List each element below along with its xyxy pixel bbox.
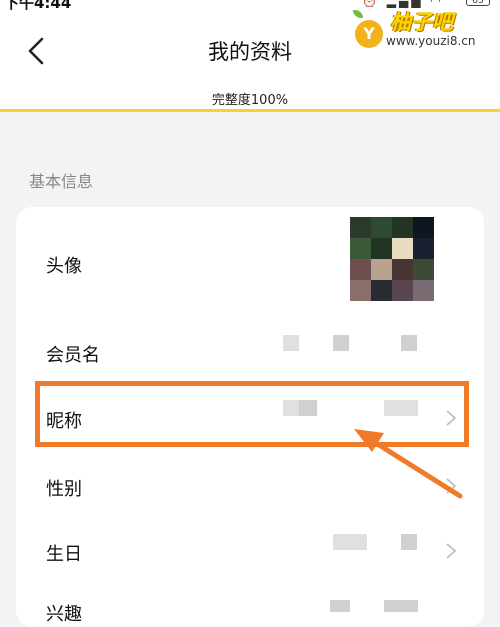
- watermark-name: 柚子吧: [390, 10, 453, 34]
- next-row-value-blurred: [330, 600, 350, 612]
- profile-completeness: 完整度100%: [211, 93, 289, 108]
- top-bar: 下午4:44 ⏰ ▂▄▆ ◠ 65 我的资料 完整度100% Y 柚子吧 www…: [0, 0, 500, 112]
- watermark-url: www.youzi8.cn: [386, 34, 476, 48]
- chevron-right-icon[interactable]: [444, 542, 458, 560]
- avatar-row-label: 头像: [46, 256, 82, 277]
- battery-icon: 65: [466, 0, 490, 6]
- next-row-value-blurred: [384, 600, 418, 612]
- birthday-value-blurred: [333, 534, 367, 550]
- member-name-value-blurred: [333, 335, 349, 351]
- member-name-row-label: 会员名: [46, 345, 100, 366]
- birthday-value-blurred: [401, 534, 417, 550]
- status-time: 下午4:44: [4, 0, 72, 12]
- chevron-right-icon[interactable]: [444, 477, 458, 495]
- gender-row-label[interactable]: 性别: [46, 475, 82, 501]
- member-name-value-blurred: [401, 335, 417, 351]
- birthday-row-label[interactable]: 生日: [46, 540, 82, 566]
- member-name-value-blurred: [283, 335, 299, 351]
- next-row-label[interactable]: 兴趣: [46, 600, 82, 626]
- avatar[interactable]: [350, 217, 434, 301]
- watermark-logo: Y: [355, 20, 383, 48]
- section-basic-info: 基本信息: [29, 172, 94, 191]
- nickname-highlight-box: [35, 381, 469, 447]
- completeness-progress-bar: [0, 109, 500, 112]
- watermark-leaf-icon: [353, 10, 363, 18]
